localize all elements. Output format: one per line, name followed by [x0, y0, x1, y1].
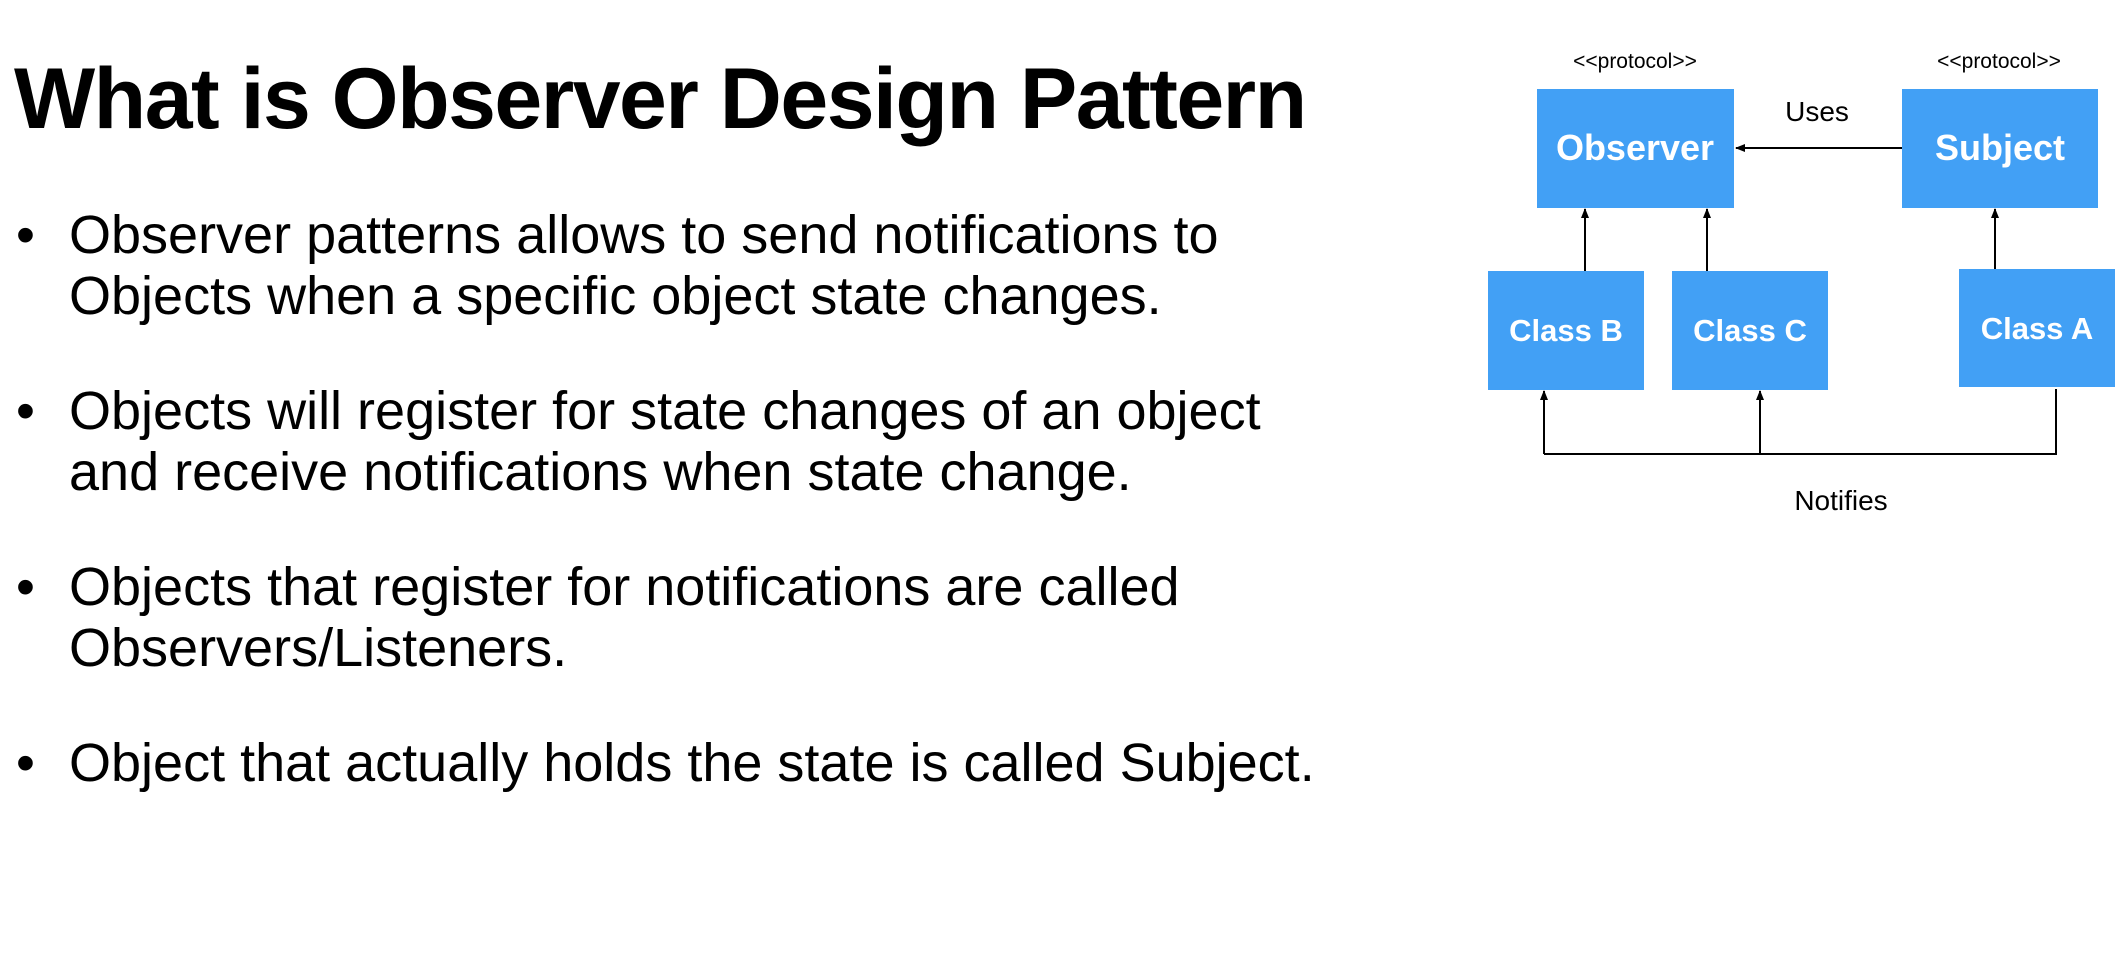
class-a-label: Class A [1981, 311, 2094, 346]
bullet-item: Objects that register for notifications … [14, 557, 1354, 679]
class-c-label: Class C [1693, 313, 1807, 348]
uses-label: Uses [1785, 96, 1849, 127]
bullet-item: Object that actually holds the state is … [14, 733, 1354, 794]
subject-stereotype: <<protocol>> [1937, 50, 2061, 73]
bullet-list: Observer patterns allows to send notific… [14, 205, 1354, 848]
bullet-item: Objects will register for state changes … [14, 381, 1354, 503]
subject-label: Subject [1935, 127, 2065, 168]
bullet-item: Observer patterns allows to send notific… [14, 205, 1354, 327]
observer-stereotype: <<protocol>> [1573, 50, 1697, 73]
notifies-label: Notifies [1794, 485, 1887, 516]
observer-label: Observer [1556, 127, 1714, 168]
notifies-connector [1544, 389, 2057, 455]
slide-title: What is Observer Design Pattern [14, 51, 1307, 147]
observer-pattern-diagram: <<protocol>> <<protocol>> Observer Subje… [1488, 50, 2115, 516]
class-b-label: Class B [1509, 313, 1623, 348]
